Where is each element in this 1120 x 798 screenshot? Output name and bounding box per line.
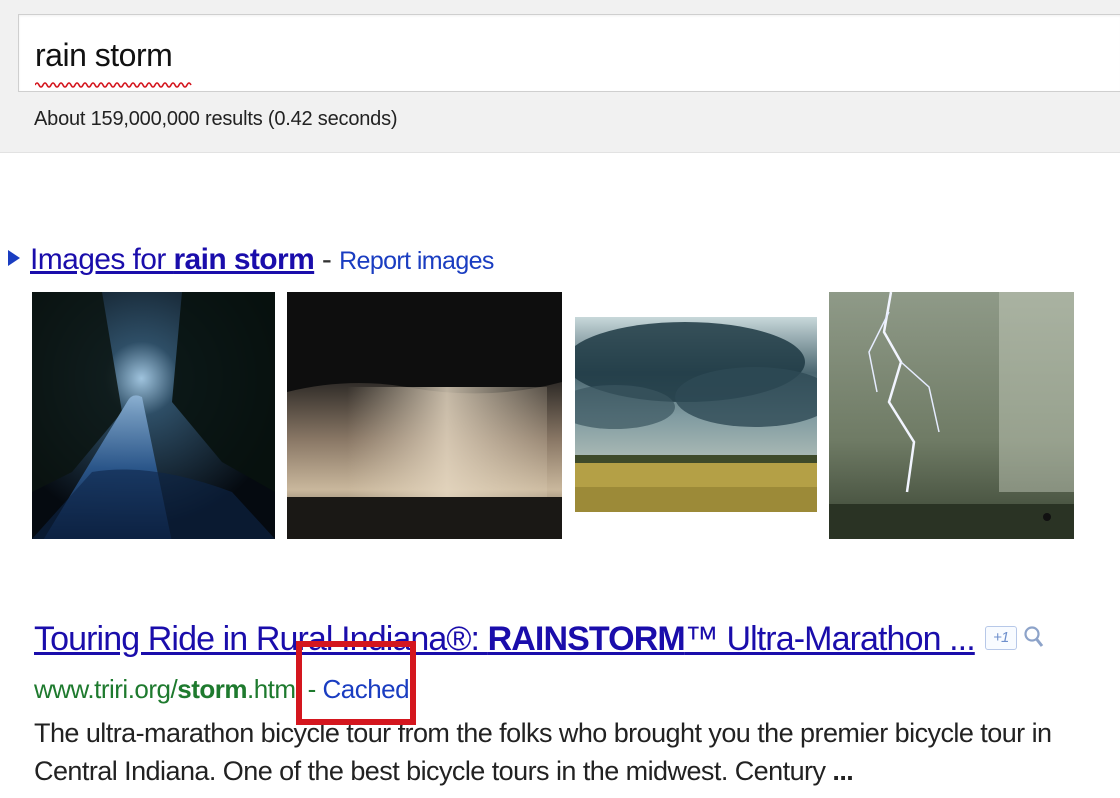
title-suffix: ™ Ultra-Marathon ... (684, 620, 976, 658)
url-suffix: .html (247, 674, 301, 704)
magnifier-icon[interactable] (1023, 625, 1045, 649)
title-prefix: Touring Ride in Rural Indiana®: (34, 620, 488, 658)
highlight-box (296, 641, 416, 725)
rain-shaft-image (287, 292, 562, 539)
snippet-text: The ultra-marathon bicycle tour from the… (34, 718, 1052, 786)
url-bold: storm (177, 674, 247, 704)
plus-one-button[interactable]: +1 (984, 626, 1017, 651)
images-for-link[interactable]: Images for rain storm (30, 243, 315, 276)
images-separator: - (314, 243, 340, 276)
image-thumbnail-3[interactable] (575, 317, 817, 512)
image-thumbnail-4[interactable] (829, 292, 1074, 539)
images-header: Images for rain storm - Report images (8, 240, 494, 281)
search-query-text: rain storm (35, 37, 173, 73)
images-for-prefix: Images for (30, 243, 174, 276)
report-images-link[interactable]: Report images (339, 247, 494, 275)
result-title: Touring Ride in Rural Indiana®: RAINSTOR… (34, 618, 1045, 660)
lightning-image (829, 292, 1074, 539)
url-prefix: www.triri.org/ (34, 674, 178, 704)
result-stats: About 159,000,000 results (0.42 seconds) (34, 108, 398, 130)
snippet-ellipsis: ... (832, 756, 854, 786)
search-header: rain storm About 159,000,000 results (0.… (0, 0, 1120, 153)
triangle-right-icon (8, 250, 20, 267)
result-snippet: The ultra-marathon bicycle tour from the… (34, 714, 1114, 790)
spellcheck-squiggle (35, 82, 192, 88)
forest-road-image (32, 292, 275, 539)
title-bold: RAINSTORM (487, 620, 686, 658)
result-title-link[interactable]: Touring Ride in Rural Indiana®: RAINSTOR… (34, 620, 976, 658)
search-input[interactable]: rain storm (18, 14, 1120, 92)
images-for-query: rain storm (173, 243, 315, 276)
storm-field-image (575, 317, 817, 512)
image-thumbnail-2[interactable] (287, 292, 562, 539)
image-thumbnail-1[interactable] (32, 292, 275, 539)
